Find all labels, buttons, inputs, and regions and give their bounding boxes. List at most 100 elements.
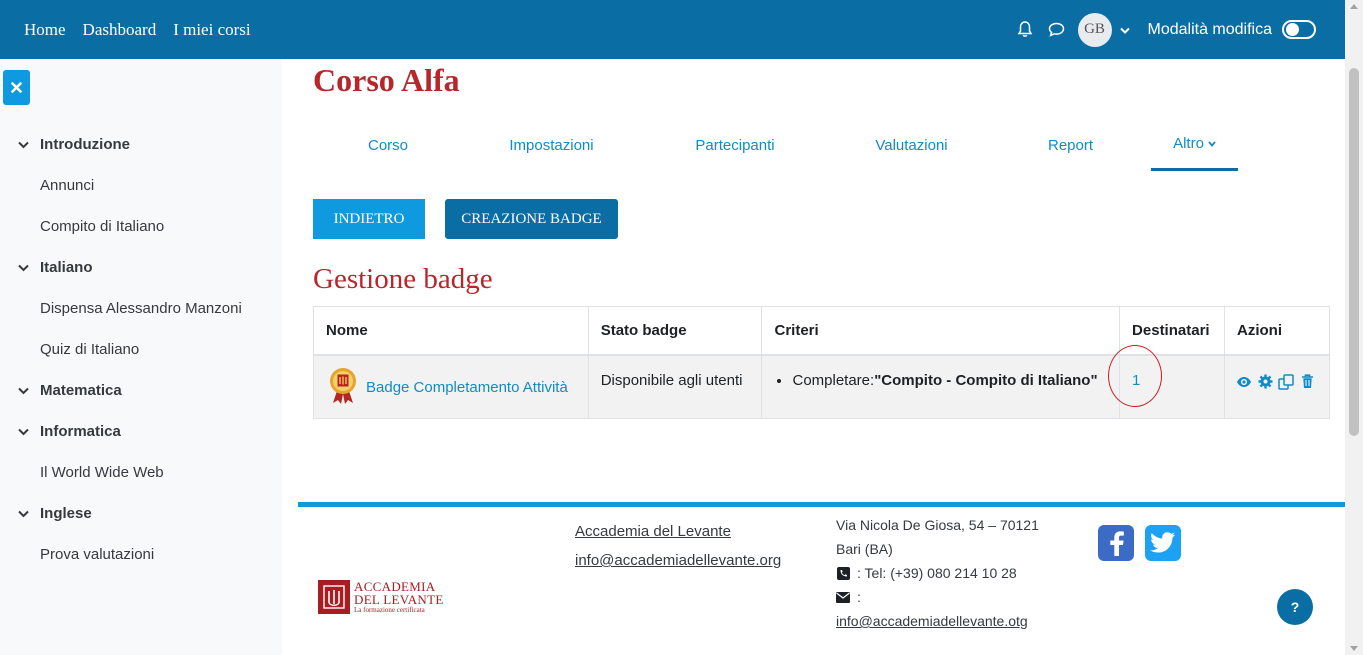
tab-altro-label: Altro: [1173, 135, 1204, 152]
logo-emblem-icon: [318, 580, 350, 614]
criteria-prefix: Completare:: [792, 371, 875, 389]
email-row: :: [836, 585, 1039, 609]
facebook-icon[interactable]: [1098, 525, 1134, 561]
org-name-link[interactable]: Accademia del Levante: [575, 523, 731, 540]
sidebar-item-quiz-di-italiano[interactable]: Quiz di Italiano: [0, 329, 282, 370]
criteria-item: Completare:"Compito - Compito di Italian…: [792, 372, 1119, 389]
sidebar-section-introduzione[interactable]: Introduzione: [0, 124, 282, 165]
bell-icon[interactable]: [1014, 19, 1036, 41]
column-header-criteria: Criteri: [761, 306, 1121, 356]
criteria-activity: "Compito - Compito di Italiano": [874, 371, 1098, 389]
sidebar-section-matematica[interactable]: Matematica: [0, 370, 282, 411]
top-navbar: Home Dashboard I miei corsi GB Modalità …: [0, 0, 1345, 59]
nav-my-courses-link[interactable]: I miei corsi: [173, 20, 250, 40]
tab-impostazioni[interactable]: Impostazioni: [463, 119, 640, 171]
edit-mode-label: Modalità modifica: [1147, 20, 1273, 38]
tab-report[interactable]: Report: [993, 119, 1148, 171]
secondary-nav: Corso Impostazioni Partecipanti Valutazi…: [313, 119, 1330, 171]
badge-recipients-cell: 1: [1108, 344, 1225, 419]
badge-actions-cell: [1224, 354, 1330, 419]
badge-name-cell: Badge Completamento Attività: [313, 354, 589, 419]
footer-organization: Accademia del Levante info@accademiadell…: [575, 517, 781, 575]
sidebar-item-annunci[interactable]: Annunci: [0, 165, 282, 206]
chevron-down-icon[interactable]: [18, 141, 30, 149]
academy-logo: ACCADEMIA DEL LEVANTE La formazione cert…: [318, 577, 453, 617]
course-index-list: Introduzione Annunci Compito di Italiano It…: [0, 124, 282, 575]
badges-table: Nome Stato badge Criteri Destinatari Azi…: [313, 306, 1330, 419]
criteria-list: Completare:"Compito - Compito di Italian…: [774, 372, 1119, 389]
section-title: Gestione badge: [313, 263, 493, 295]
recipients-count-link[interactable]: 1: [1108, 344, 1163, 407]
close-drawer-button[interactable]: [3, 70, 30, 105]
scroll-thumb[interactable]: [1349, 68, 1359, 436]
chevron-down-icon[interactable]: [18, 264, 30, 272]
column-header-name[interactable]: Nome: [313, 306, 589, 356]
sidebar-section-italiano[interactable]: Italiano: [0, 247, 282, 288]
tab-corso[interactable]: Corso: [313, 119, 463, 171]
tab-altro[interactable]: Altro: [1151, 119, 1238, 171]
sidebar-section-label: Inglese: [40, 505, 92, 522]
avatar[interactable]: GB: [1077, 12, 1112, 47]
email-separator: :: [857, 589, 861, 605]
close-icon: [11, 82, 22, 93]
nav-dashboard-link[interactable]: Dashboard: [83, 20, 157, 40]
create-badge-button[interactable]: CREAZIONE BADGE: [445, 199, 618, 239]
address-line-1: Via Nicola De Giosa, 54 – 70121: [836, 517, 1039, 533]
trash-icon[interactable]: [1299, 374, 1315, 390]
toggle-knob: [1286, 23, 1299, 36]
tab-partecipanti[interactable]: Partecipanti: [640, 119, 830, 171]
address-line-2: Bari (BA): [836, 541, 893, 557]
user-nav: GB Modalità modifica: [1014, 0, 1346, 59]
copy-icon[interactable]: [1278, 373, 1294, 390]
chevron-down-icon[interactable]: [1119, 21, 1130, 39]
chevron-down-icon[interactable]: [18, 387, 30, 395]
edit-mode-toggle[interactable]: [1282, 20, 1316, 39]
column-header-status[interactable]: Stato badge: [587, 306, 763, 356]
sidebar-section-informatica[interactable]: Informatica: [0, 411, 282, 452]
sidebar-item-compito-di-italiano[interactable]: Compito di Italiano: [0, 206, 282, 247]
page-scrollbar[interactable]: [1345, 0, 1363, 655]
badge-actions: [1236, 373, 1329, 390]
annotation-circle: [1108, 344, 1163, 407]
phone-row: : Tel: (+39) 080 214 10 28: [836, 561, 1039, 585]
back-button[interactable]: INDIETRO: [313, 199, 425, 239]
course-index-drawer: Introduzione Annunci Compito di Italiano It…: [0, 59, 282, 655]
chevron-down-icon[interactable]: [18, 510, 30, 518]
sidebar-section-label: Matematica: [40, 382, 122, 399]
primary-nav: Home Dashboard I miei corsi: [24, 20, 268, 40]
chat-bubble-icon[interactable]: [1046, 19, 1068, 41]
page-footer: ACCADEMIA DEL LEVANTE La formazione cert…: [298, 502, 1345, 655]
tab-valutazioni[interactable]: Valutazioni: [830, 119, 993, 171]
phone-icon: [836, 566, 850, 580]
sidebar-section-label: Informatica: [40, 423, 121, 440]
sidebar-item-il-world-wide-web[interactable]: Il World Wide Web: [0, 452, 282, 493]
nav-home-link[interactable]: Home: [24, 20, 66, 40]
logo-text: ACCADEMIA DEL LEVANTE La formazione cert…: [354, 580, 444, 614]
badge-status-cell: Disponibile agli utenti: [587, 354, 763, 419]
social-links: [1098, 525, 1181, 561]
twitter-icon[interactable]: [1145, 525, 1181, 561]
badge-name-link[interactable]: Badge Completamento Attività: [366, 379, 568, 396]
logo-tagline: La formazione certificata: [354, 606, 425, 614]
help-button[interactable]: ?: [1277, 589, 1313, 625]
sidebar-section-label: Italiano: [40, 259, 93, 276]
gear-icon[interactable]: [1257, 374, 1273, 390]
sidebar-item-prova-valutazioni[interactable]: Prova valutazioni: [0, 534, 282, 575]
badge-criteria-cell: Completare:"Compito - Compito di Italian…: [761, 354, 1121, 419]
sidebar-section-inglese[interactable]: Inglese: [0, 493, 282, 534]
contact-email-link[interactable]: info@accademiadellevante.otg: [836, 613, 1028, 629]
scroll-up-arrow-icon[interactable]: [1350, 4, 1358, 9]
column-header-actions: Azioni: [1224, 306, 1330, 356]
chevron-down-icon: [1208, 140, 1216, 147]
badge-medal-icon: [328, 367, 358, 409]
table-header-row: Nome Stato badge Criteri Destinatari Azi…: [313, 306, 1330, 356]
footer-contacts: Via Nicola De Giosa, 54 – 70121 Bari (BA…: [836, 513, 1039, 633]
sidebar-section-label: Introduzione: [40, 136, 130, 153]
org-email-link[interactable]: info@accademiadellevante.org: [575, 552, 781, 569]
eye-icon[interactable]: [1236, 374, 1252, 390]
sidebar-item-dispensa-alessandro-manzoni[interactable]: Dispensa Alessandro Manzoni: [0, 288, 282, 329]
page-title: Corso Alfa: [313, 62, 460, 98]
table-row: Badge Completamento Attività Disponibile…: [313, 344, 1330, 419]
chevron-down-icon[interactable]: [18, 428, 30, 436]
scroll-down-arrow-icon[interactable]: [1350, 646, 1358, 651]
